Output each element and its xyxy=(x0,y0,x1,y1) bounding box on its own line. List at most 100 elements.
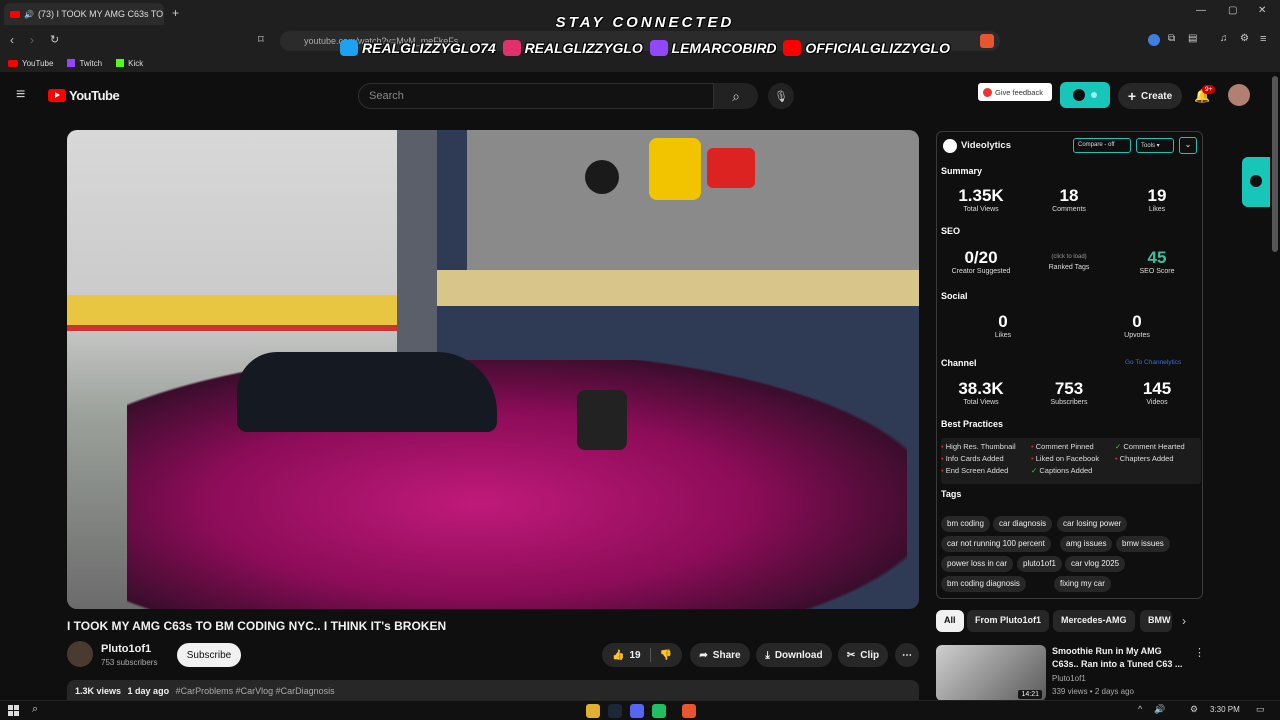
extension-icon[interactable] xyxy=(1148,34,1160,46)
settings-tray-icon[interactable]: ⚙ xyxy=(1190,704,1198,715)
view-count: 1.3K views xyxy=(75,686,122,696)
related-title-line2[interactable]: C63s.. Ran into a Tuned C63 ... xyxy=(1052,659,1182,669)
bookmark-twitch[interactable]: Twitch xyxy=(67,59,102,68)
seo-heading: SEO xyxy=(941,226,961,236)
chip-from-channel[interactable]: From Pluto1of1 xyxy=(967,610,1050,632)
videolytics-toggle[interactable] xyxy=(1060,82,1110,108)
bookmark-label: Kick xyxy=(128,58,144,68)
settings-icon[interactable]: ⚙ xyxy=(1240,33,1249,44)
extensions-icon[interactable]: ⧉ xyxy=(1168,33,1175,44)
microphone-icon: 🎙 xyxy=(774,90,788,103)
stat-label: Ranked Tags xyxy=(1048,264,1090,271)
chair xyxy=(577,390,627,450)
audio-icon[interactable]: 🔊 xyxy=(24,10,34,19)
bp-label: Chapters Added xyxy=(1119,454,1174,463)
tag[interactable]: power loss in car xyxy=(941,556,1014,572)
brave-shield-icon[interactable] xyxy=(980,34,994,48)
more-actions-button[interactable]: ⋯ xyxy=(895,643,919,667)
search-icon[interactable]: ⌕ xyxy=(32,703,38,716)
dislike-button[interactable]: 👎 xyxy=(660,650,672,661)
page-scrollbar[interactable] xyxy=(1272,76,1278,252)
bp-chapters: • Chapters Added xyxy=(1115,454,1174,463)
discord-icon[interactable] xyxy=(630,704,644,718)
youtube-masthead: ≡ YouTube Search ⌕ 🎙 Give feedback + Cre… xyxy=(0,80,1280,112)
stat-ranked-tags[interactable]: (click to load) Ranked Tags xyxy=(1029,248,1109,271)
videolytics-logo-icon xyxy=(1073,89,1085,101)
forward-icon[interactable]: › xyxy=(30,33,34,47)
tag[interactable]: pluto1of1 xyxy=(1017,556,1062,572)
compare-label: Compare - off xyxy=(1078,142,1115,148)
close-window-icon[interactable]: ✕ xyxy=(1258,5,1266,16)
stat-value: 38.3K xyxy=(958,379,1004,398)
collapse-panel-icon[interactable]: ⌄ xyxy=(1179,137,1197,154)
steam-icon[interactable] xyxy=(608,704,622,718)
reload-icon[interactable]: ↻ xyxy=(50,33,59,46)
tag[interactable]: car losing power xyxy=(1057,516,1128,532)
search-input[interactable]: Search xyxy=(358,83,714,109)
twitch-icon xyxy=(67,59,76,67)
channel-avatar[interactable] xyxy=(67,641,93,667)
chip-bmw[interactable]: BMW xyxy=(1140,610,1172,632)
chip-all[interactable]: All xyxy=(936,610,964,632)
notification-center-icon[interactable]: ▭ xyxy=(1256,704,1265,715)
tag[interactable]: amg issues xyxy=(1060,536,1113,552)
tag[interactable]: bmw issues xyxy=(1116,536,1170,552)
channel-name[interactable]: Pluto1of1 xyxy=(101,643,151,655)
voice-search-button[interactable]: 🎙 xyxy=(768,83,794,109)
subscribe-button[interactable]: Subscribe xyxy=(177,643,241,667)
related-title-line1[interactable]: Smoothie Run in My AMG xyxy=(1052,646,1162,656)
windows-start-icon[interactable] xyxy=(8,705,19,716)
plus-icon: + xyxy=(1127,88,1137,104)
search-button[interactable]: ⌕ xyxy=(714,83,758,109)
compare-toggle[interactable]: Compare - off xyxy=(1073,138,1131,153)
youtube-icon xyxy=(8,59,18,67)
share-button[interactable]: ➦ Share xyxy=(690,643,750,667)
tag[interactable]: car vlog 2025 xyxy=(1065,556,1126,572)
download-button[interactable]: ⤓ Download xyxy=(756,643,832,667)
like-button[interactable]: 👍 19 xyxy=(612,650,641,661)
stat-label: Comments xyxy=(1052,206,1086,213)
search-placeholder: Search xyxy=(369,90,404,102)
maximize-icon[interactable]: ▢ xyxy=(1228,5,1237,16)
hashtags[interactable]: #CarProblems #CarVlog #CarDiagnosis xyxy=(176,686,335,696)
give-feedback-button[interactable]: Give feedback xyxy=(978,83,1052,101)
chevron-right-icon[interactable]: › xyxy=(1182,614,1186,628)
related-thumbnail[interactable]: 14:21 xyxy=(936,645,1046,701)
clip-button[interactable]: ✂ Clip xyxy=(838,643,888,667)
menu-icon[interactable]: ≡ xyxy=(1260,33,1266,45)
app-icon[interactable] xyxy=(652,704,666,718)
bookmark-kick[interactable]: Kick xyxy=(116,59,143,68)
chip-mercedes-amg[interactable]: Mercedes-AMG xyxy=(1053,610,1135,632)
duration-badge: 14:21 xyxy=(1018,690,1042,699)
tray-chevron-icon[interactable]: ^ xyxy=(1138,704,1142,714)
create-button[interactable]: + Create xyxy=(1118,83,1182,109)
youtube-logo[interactable]: YouTube xyxy=(48,88,120,103)
channelytics-link[interactable]: Go To Channelytics xyxy=(1125,359,1181,366)
audio-tray-icon[interactable]: 🔊 xyxy=(1154,704,1165,715)
video-player[interactable] xyxy=(67,130,919,609)
more-vert-icon[interactable]: ⋮ xyxy=(1194,646,1205,659)
tag[interactable]: fixing my car xyxy=(1054,576,1111,592)
hamburger-menu-icon[interactable]: ≡ xyxy=(16,86,25,104)
bookmark-youtube[interactable]: YouTube xyxy=(8,59,53,68)
sidebar-icon[interactable]: ▤ xyxy=(1188,33,1197,44)
tag[interactable]: car diagnosis xyxy=(993,516,1053,532)
tag[interactable]: bm coding diagnosis xyxy=(941,576,1026,592)
tag[interactable]: bm coding xyxy=(941,516,990,532)
file-explorer-icon[interactable] xyxy=(586,704,600,718)
brave-browser-icon[interactable] xyxy=(682,704,696,718)
clock[interactable]: 3:30 PM xyxy=(1210,705,1240,714)
minimize-icon[interactable]: — xyxy=(1196,5,1206,16)
browser-tab[interactable]: 🔊 (73) I TOOK MY AMG C63s TO ✕ xyxy=(4,3,164,25)
new-tab-icon[interactable]: + xyxy=(172,6,179,20)
subscribe-label: Subscribe xyxy=(186,649,232,661)
tools-dropdown[interactable]: Tools ▾ xyxy=(1136,138,1174,153)
stat-label: Likes xyxy=(994,332,1012,339)
tag[interactable]: car not running 100 percent xyxy=(941,536,1051,552)
videolytics-side-tab[interactable] xyxy=(1242,157,1270,207)
music-icon[interactable]: ♫ xyxy=(1220,33,1228,44)
back-icon[interactable]: ‹ xyxy=(10,33,14,47)
bookmark-icon[interactable]: ⌑ xyxy=(258,33,264,46)
avatar[interactable] xyxy=(1228,84,1250,106)
address-bar[interactable]: youtube.com/watch?v=MyM_meFkeFs xyxy=(280,31,1000,51)
